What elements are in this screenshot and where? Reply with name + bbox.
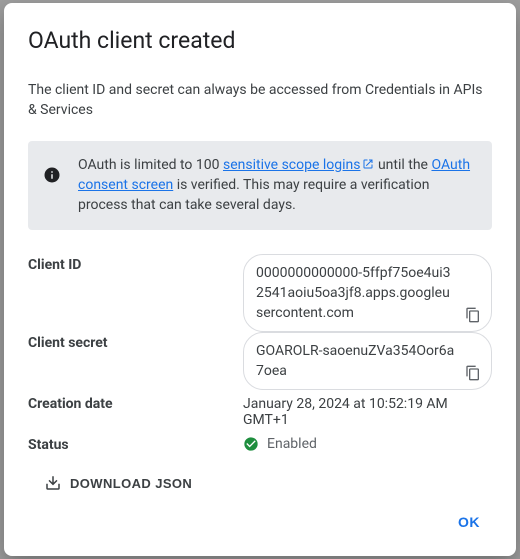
info-text: OAuth is limited to 100 sensitive scope … [78, 155, 476, 216]
copy-icon [465, 365, 481, 381]
client-id-label: Client ID [28, 254, 243, 273]
dialog-subtitle: The client ID and secret can always be a… [28, 80, 492, 121]
copy-client-id-button[interactable] [462, 304, 484, 326]
status-value: Enabled [267, 436, 317, 452]
copy-client-secret-button[interactable] [462, 362, 484, 384]
copy-icon [465, 307, 481, 323]
download-icon [44, 474, 62, 492]
info-text-prefix: OAuth is limited to 100 [78, 157, 223, 173]
status-label: Status [28, 434, 243, 453]
dialog-backdrop: OAuth client created The client ID and s… [0, 0, 520, 559]
download-json-button[interactable]: DOWNLOAD JSON [40, 468, 196, 498]
client-secret-row: Client secret GOAROLR-saoenuZVa354Oor6a7… [28, 326, 492, 387]
sensitive-scope-logins-link[interactable]: sensitive scope logins [223, 157, 375, 173]
creation-date-value: January 28, 2024 at 10:52:19 AM GMT+1 [243, 393, 492, 428]
external-link-icon [362, 158, 374, 170]
client-id-row: Client ID 0000000000000-5ffpf75oe4ui3254… [28, 248, 492, 326]
oauth-created-dialog: OAuth client created The client ID and s… [4, 3, 516, 556]
creation-date-label: Creation date [28, 393, 243, 412]
download-json-label: DOWNLOAD JSON [70, 476, 192, 491]
dialog-actions: OK [28, 498, 492, 538]
client-id-value: 0000000000000-5ffpf75oe4ui32541aoiu5oa3j… [243, 254, 492, 333]
ok-button[interactable]: OK [446, 506, 492, 538]
check-circle-icon [243, 436, 259, 452]
client-secret-value: GOAROLR-saoenuZVa354Oor6a7oea [243, 332, 492, 391]
creation-date-row: Creation date January 28, 2024 at 10:52:… [28, 387, 492, 428]
status-row: Status Enabled [28, 428, 492, 456]
dialog-title: OAuth client created [28, 25, 492, 56]
info-text-mid: until the [374, 157, 431, 173]
client-secret-label: Client secret [28, 332, 243, 351]
info-banner: OAuth is limited to 100 sensitive scope … [28, 141, 492, 230]
info-icon [42, 165, 62, 185]
